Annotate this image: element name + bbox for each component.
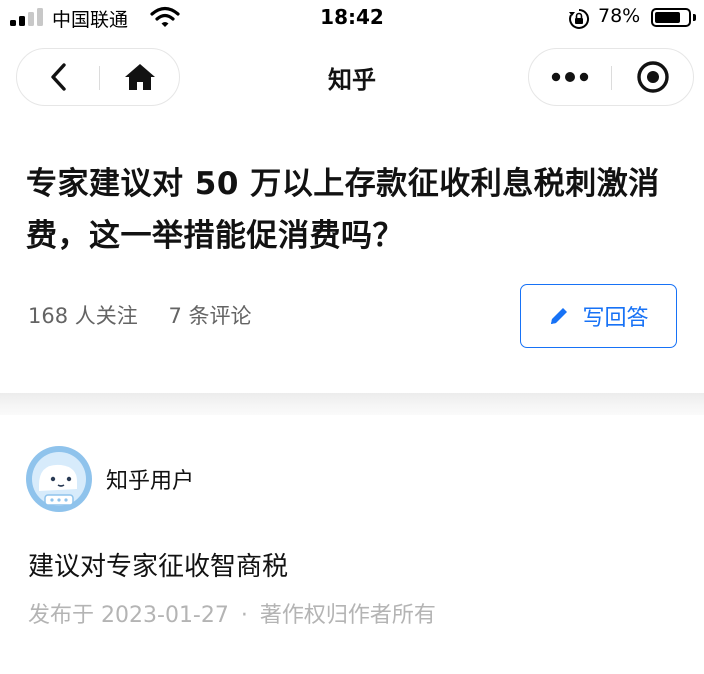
more-button[interactable] bbox=[529, 49, 611, 105]
status-bar: 中国联通 18:42 78% bbox=[0, 0, 704, 38]
question-meta: 168 人关注 7 条评论 bbox=[28, 300, 276, 330]
author-name[interactable]: 知乎用户 bbox=[106, 463, 194, 495]
follower-count[interactable]: 168 人关注 bbox=[28, 304, 138, 328]
write-answer-button[interactable]: 写回答 bbox=[520, 284, 677, 348]
write-answer-label: 写回答 bbox=[582, 306, 649, 331]
question-title[interactable]: 专家建议对 50 万以上存款征收利息税刺激消费，这一举措能促消费吗？ bbox=[26, 158, 686, 262]
section-divider bbox=[0, 393, 704, 415]
close-button[interactable] bbox=[612, 49, 694, 105]
battery-percent: 78% bbox=[598, 5, 641, 27]
battery-tip bbox=[693, 14, 696, 21]
more-dots-icon bbox=[551, 72, 589, 82]
answer-meta: 发布于 2023-01-27 · 著作权归作者所有 bbox=[28, 597, 436, 629]
pencil-icon bbox=[551, 308, 568, 324]
rotation-lock-icon bbox=[569, 8, 590, 29]
target-circle-icon bbox=[637, 61, 669, 93]
publish-date: 2023-01-27 bbox=[101, 603, 229, 628]
answer-content[interactable]: 建议对专家征收智商税 bbox=[28, 546, 288, 583]
publish-prefix: 发布于 bbox=[28, 603, 95, 628]
avatar[interactable] bbox=[25, 445, 93, 513]
meta-separator: · bbox=[240, 603, 248, 628]
copyright-notice: 著作权归作者所有 bbox=[259, 603, 436, 628]
nav-right-capsule bbox=[528, 48, 694, 106]
comment-count[interactable]: 7 条评论 bbox=[168, 304, 251, 328]
battery-icon bbox=[651, 8, 691, 27]
